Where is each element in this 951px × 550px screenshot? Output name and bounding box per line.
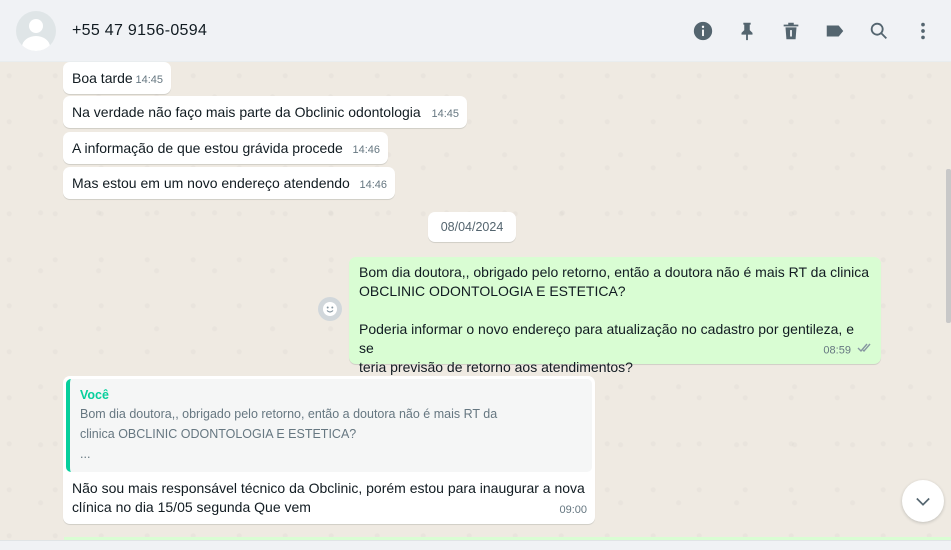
read-ticks-icon xyxy=(857,341,873,360)
chevron-down-icon xyxy=(916,497,930,506)
message-time: 14:46 xyxy=(352,144,380,156)
message-text-line: teria previsão de retorno aos atendiment… xyxy=(359,359,633,375)
quote-text-line: clinica OBCLINIC ODONTOLOGIA E ESTETICA? xyxy=(80,427,357,441)
date-separator: 08/04/2024 xyxy=(428,212,516,242)
info-icon[interactable] xyxy=(691,19,715,43)
scroll-to-bottom-button[interactable] xyxy=(902,480,944,522)
quote-text-line: Bom dia doutora,, obrigado pelo retorno,… xyxy=(80,407,498,421)
message-text-line: OBCLINIC ODONTOLOGIA E ESTETICA? xyxy=(359,283,626,299)
message-text-line: clínica no dia 15/05 segunda Que vem xyxy=(72,499,311,515)
message-bubble[interactable]: Mas estou em um novo endereço atendendo … xyxy=(63,167,395,199)
message-text-line: Poderia informar o novo endereço para at… xyxy=(359,321,854,356)
message-time: 14:46 xyxy=(359,179,387,191)
quote-text-line: ... xyxy=(80,447,91,461)
header-actions xyxy=(671,0,935,62)
scrollbar-thumb[interactable] xyxy=(946,169,951,323)
reply-message-bubble[interactable]: Você Bom dia doutora,, obrigado pelo ret… xyxy=(63,376,595,524)
contact-name[interactable]: +55 47 9156-0594 xyxy=(72,22,207,40)
message-text-line: Não sou mais responsável técnico da Obcl… xyxy=(72,480,585,496)
quote-author: Você xyxy=(80,388,109,402)
message-meta: 08:59 xyxy=(823,341,873,360)
chat-header: +55 47 9156-0594 xyxy=(0,0,951,62)
message-bubble[interactable]: Na verdade não faço mais parte da Obclin… xyxy=(63,96,467,128)
message-bubble[interactable]: A informação de que estou grávida proced… xyxy=(63,132,388,164)
pin-icon[interactable] xyxy=(735,19,759,43)
message-time: 14:45 xyxy=(431,108,459,120)
menu-icon[interactable] xyxy=(911,19,935,43)
message-list[interactable]: Boa tarde 14:45 Na verdade não faço mais… xyxy=(0,62,951,540)
search-icon[interactable] xyxy=(867,19,891,43)
message-bubble[interactable]: Boa tarde 14:45 xyxy=(63,62,171,94)
message-time: 09:00 xyxy=(559,504,587,516)
message-text-line: Bom dia doutora,, obrigado pelo retorno,… xyxy=(359,264,870,280)
message-text: Na verdade não faço mais parte da Obclin… xyxy=(72,104,421,120)
label-icon[interactable] xyxy=(823,19,847,43)
message-text: A informação de que estou grávida proced… xyxy=(72,140,343,156)
composer-edge xyxy=(0,540,951,550)
emoji-react-icon[interactable] xyxy=(318,297,342,321)
contact-avatar[interactable] xyxy=(16,10,56,51)
delete-icon[interactable] xyxy=(779,19,803,43)
outgoing-message-bubble[interactable]: Bom dia doutora,, obrigado pelo retorno,… xyxy=(349,257,881,375)
quoted-message[interactable]: Você Bom dia doutora,, obrigado pelo ret… xyxy=(66,379,592,472)
message-text: Mas estou em um novo endereço atendendo xyxy=(72,175,350,191)
message-time: 14:45 xyxy=(135,74,163,86)
message-time: 08:59 xyxy=(823,344,851,356)
chat-scrollbar[interactable] xyxy=(945,62,951,540)
